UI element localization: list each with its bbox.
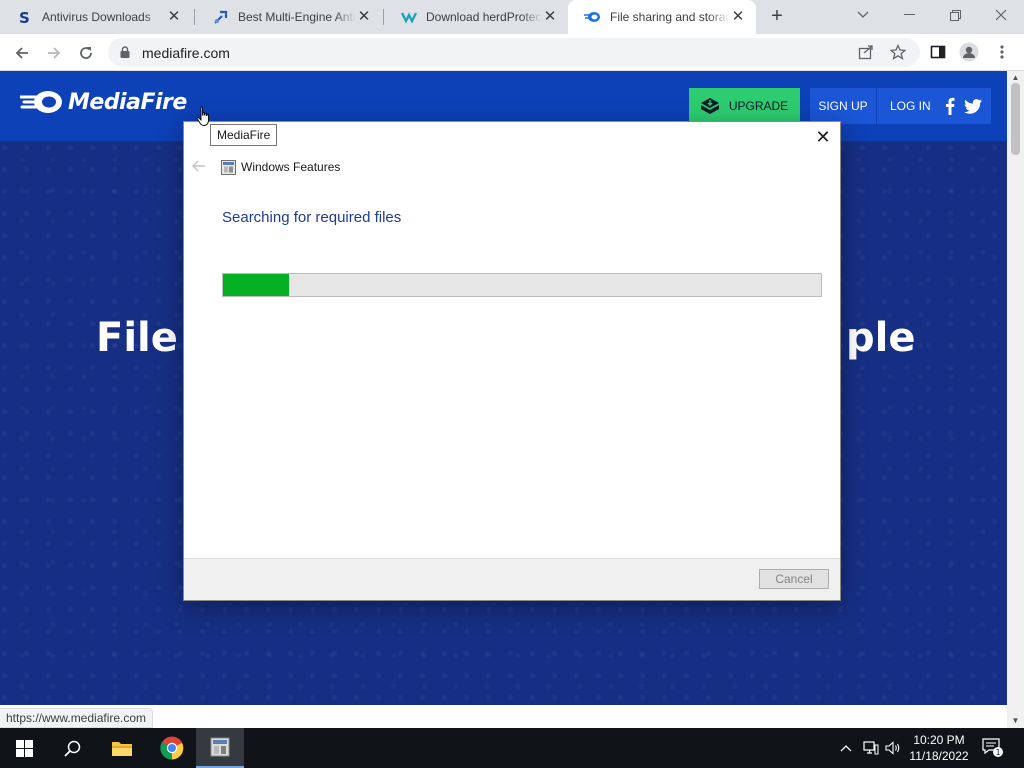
notification-count: 1: [995, 748, 1000, 757]
profile-avatar-icon[interactable]: [959, 42, 979, 62]
address-bar[interactable]: mediafire.com: [108, 38, 920, 67]
hero-headline-left: File: [96, 315, 178, 361]
hero-headline-right: ple: [846, 315, 916, 361]
log-in-label: LOG IN: [890, 99, 931, 113]
tab-title: Best Multi-Engine Antivirus: [238, 10, 356, 24]
dialog-footer: Cancel: [184, 558, 840, 600]
page-scrollbar[interactable]: ▲ ▼: [1007, 71, 1024, 728]
volume-icon[interactable]: [884, 728, 902, 768]
windows-taskbar: 10:20 PM 11/18/2022 1: [0, 728, 1024, 768]
upgrade-box-icon: [700, 98, 719, 114]
bookmark-star-icon[interactable]: [888, 42, 908, 62]
close-tab-icon[interactable]: ✕: [166, 9, 182, 25]
restore-button[interactable]: [932, 0, 978, 30]
dialog-title: Windows Features: [241, 160, 341, 174]
tab-separator: [194, 9, 195, 25]
back-button[interactable]: [9, 40, 35, 66]
browser-toolbar: mediafire.com: [0, 34, 1024, 71]
facebook-icon[interactable]: [941, 97, 959, 115]
notification-icon: 1: [982, 738, 1003, 757]
windows-logo-icon: [15, 739, 33, 757]
tab-title: Download herdProtect: [426, 10, 542, 24]
chrome-icon: [160, 736, 184, 760]
dialog-heading: Searching for required files: [222, 209, 402, 226]
tab-title: File sharing and storage: [610, 10, 730, 24]
softpedia-icon: S: [16, 8, 34, 26]
hand-cursor-icon: [196, 106, 212, 131]
tab-herdprotect[interactable]: Download herdProtect ✕: [384, 0, 568, 34]
reload-button[interactable]: [73, 40, 99, 66]
windows-features-taskbar-button[interactable]: [196, 728, 244, 768]
mediafire-icon: [584, 8, 602, 26]
cancel-button[interactable]: Cancel: [759, 569, 829, 589]
tab-multi-engine-antivirus[interactable]: Best Multi-Engine Antivirus ✕: [196, 0, 382, 34]
minimize-button[interactable]: [886, 0, 932, 30]
clock-date: 11/18/2022: [909, 749, 969, 763]
sign-up-button[interactable]: SIGN UP: [810, 88, 876, 124]
search-button[interactable]: [48, 728, 96, 768]
tooltip: MediaFire: [210, 124, 278, 146]
network-icon[interactable]: [862, 728, 880, 768]
mediafire-logo[interactable]: MediaFire: [20, 89, 187, 115]
scroll-down-arrow-icon[interactable]: ▼: [1010, 716, 1021, 725]
new-tab-button[interactable]: +: [766, 5, 788, 27]
folder-icon: [112, 742, 132, 756]
windows-features-icon: [221, 160, 236, 175]
windows-features-icon: [210, 737, 230, 757]
search-icon: [63, 740, 80, 757]
twitter-icon[interactable]: [964, 97, 982, 115]
tab-antivirus-downloads[interactable]: S Antivirus Downloads ✕: [0, 0, 192, 34]
tab-strip: S Antivirus Downloads ✕ Best Multi-Engin…: [0, 0, 1024, 34]
tab-search-icon[interactable]: [840, 0, 886, 30]
action-center-button[interactable]: 1: [980, 728, 1006, 768]
close-tab-icon[interactable]: ✕: [356, 9, 372, 25]
scrollbar-thumb[interactable]: [1011, 83, 1020, 155]
svg-text:S: S: [19, 9, 30, 25]
link-status-bar: https://www.mediafire.com: [0, 708, 154, 728]
taskbar-clock[interactable]: 10:20 PM 11/18/2022: [902, 732, 976, 764]
clock-time: 10:20 PM: [913, 733, 965, 747]
wrench-site-icon: [212, 8, 230, 26]
sign-up-label: SIGN UP: [818, 99, 868, 113]
herdprotect-icon: [400, 8, 418, 26]
scroll-up-arrow-icon[interactable]: ▲: [1010, 73, 1021, 82]
tab-title: Antivirus Downloads: [42, 10, 151, 24]
menu-kebab-icon[interactable]: [992, 42, 1012, 62]
lock-icon[interactable]: [120, 46, 130, 61]
windows-features-dialog: ✕ Windows Features Searching for require…: [183, 121, 841, 601]
upgrade-button[interactable]: UPGRADE: [689, 88, 800, 124]
close-tab-icon[interactable]: ✕: [542, 9, 558, 25]
share-icon[interactable]: [856, 42, 876, 62]
file-explorer-button[interactable]: [98, 728, 146, 768]
close-tab-icon[interactable]: ✕: [730, 9, 746, 25]
show-hidden-icons-chevron-icon[interactable]: [838, 728, 854, 768]
chrome-taskbar-button[interactable]: [148, 728, 196, 768]
dialog-close-button[interactable]: ✕: [814, 128, 832, 146]
dialog-back-arrow-icon[interactable]: [192, 159, 206, 175]
upgrade-label: UPGRADE: [728, 99, 789, 113]
address-text: mediafire.com: [142, 45, 230, 61]
progress-bar-fill: [223, 274, 289, 296]
tab-mediafire[interactable]: File sharing and storage ✕: [568, 0, 756, 34]
close-window-button[interactable]: [978, 0, 1024, 30]
forward-button[interactable]: [41, 40, 67, 66]
start-button[interactable]: [0, 728, 48, 768]
mediafire-wordmark: MediaFire: [68, 89, 187, 115]
side-panel-icon[interactable]: [928, 42, 948, 62]
mediafire-flame-icon: [20, 91, 62, 113]
progress-bar: [222, 273, 822, 297]
